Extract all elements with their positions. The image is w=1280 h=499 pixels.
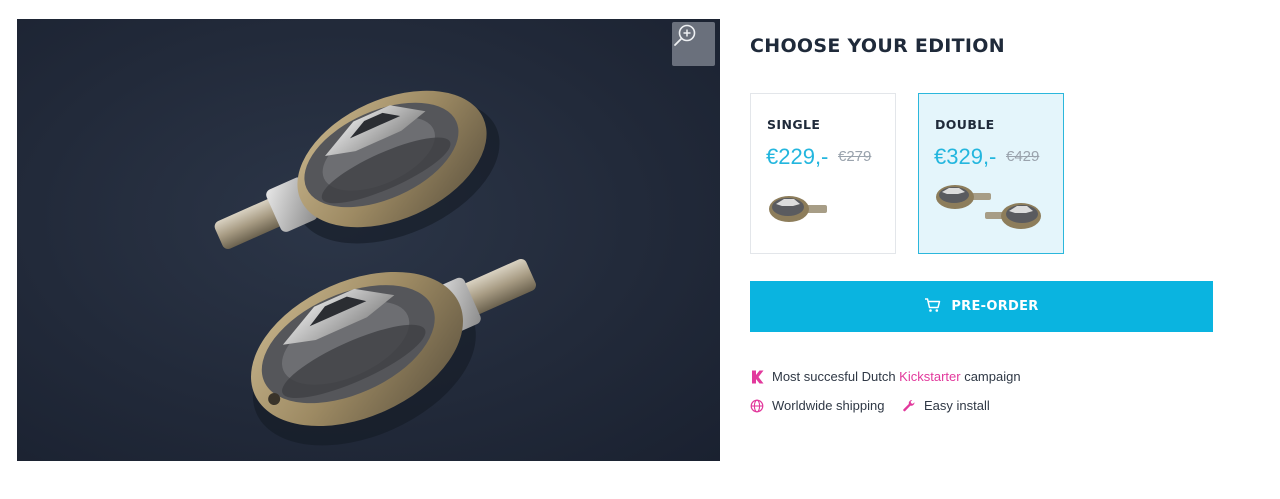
zoom-button[interactable] (672, 22, 715, 66)
edition-option-double[interactable]: DOUBLE €329,- €429 (918, 93, 1064, 254)
shipping-label: Worldwide shipping (772, 398, 885, 413)
pedals-illustration (214, 90, 536, 446)
edition-price: €329,- (934, 144, 997, 169)
product-image (17, 19, 720, 461)
edition-name: SINGLE (767, 117, 821, 132)
edition-old-price: €279 (838, 148, 872, 165)
feature-kickstarter: Most succesful Dutch Kickstarter campaig… (750, 369, 1021, 384)
cart-icon (924, 297, 941, 317)
preorder-button[interactable]: PRE-ORDER (750, 281, 1213, 332)
install-label: Easy install (924, 398, 990, 413)
top-pedal (214, 90, 500, 249)
kickstarter-link[interactable]: Kickstarter (899, 369, 960, 384)
preorder-label: PRE-ORDER (951, 299, 1039, 314)
bottom-pedal (251, 259, 536, 446)
single-pedal-image (769, 196, 827, 222)
edition-option-single[interactable]: SINGLE €229,- €279 (750, 93, 896, 254)
feature-install: Easy install (902, 398, 990, 413)
globe-icon (750, 399, 764, 413)
edition-old-price: €429 (1006, 148, 1040, 165)
kickstarter-prefix: Most succesful Dutch (772, 369, 896, 384)
edition-title: CHOOSE YOUR EDITION (750, 35, 1005, 57)
kickstarter-suffix: campaign (964, 369, 1021, 384)
wrench-icon (902, 399, 916, 413)
kickstarter-icon (750, 370, 764, 384)
pedal-pair-image (936, 185, 1041, 229)
edition-name: DOUBLE (935, 117, 995, 132)
edition-price: €229,- (766, 144, 829, 169)
feature-shipping: Worldwide shipping (750, 398, 885, 413)
